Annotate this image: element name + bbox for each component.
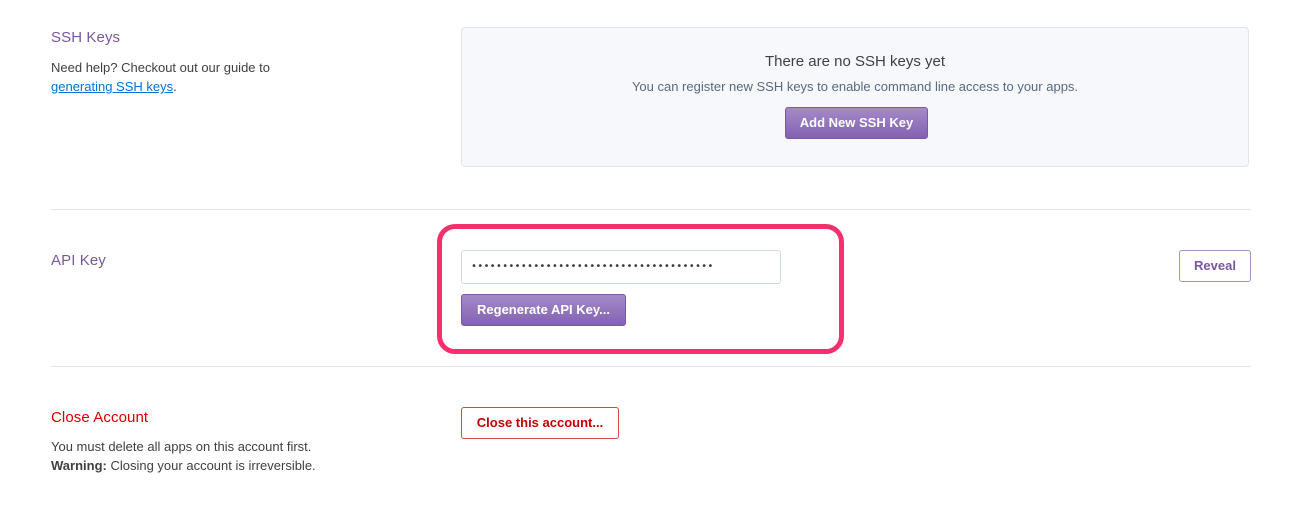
ssh-help-suffix: . xyxy=(173,79,177,94)
close-account-note: You must delete all apps on this account… xyxy=(51,439,312,454)
warning-text: Closing your account is irreversible. xyxy=(110,458,316,473)
add-ssh-key-button[interactable]: Add New SSH Key xyxy=(785,107,928,139)
section-divider xyxy=(51,366,1251,367)
ssh-help-text: Need help? Checkout out our guide to gen… xyxy=(51,58,371,96)
ssh-keys-title: SSH Keys xyxy=(51,29,121,46)
ssh-empty-title: There are no SSH keys yet xyxy=(764,53,946,70)
close-account-help: You must delete all apps on this account… xyxy=(51,437,411,475)
highlight-annotation xyxy=(437,224,844,354)
warning-label: Warning: xyxy=(51,458,107,473)
ssh-empty-state: There are no SSH keys yet You can regist… xyxy=(461,27,1249,167)
generating-ssh-keys-link[interactable]: generating SSH keys xyxy=(51,79,173,94)
close-account-title: Close Account xyxy=(51,409,149,426)
ssh-help-prefix: Need help? Checkout out our guide to xyxy=(51,60,270,75)
api-key-title: API Key xyxy=(51,252,106,269)
reveal-button[interactable]: Reveal xyxy=(1179,250,1251,282)
ssh-empty-subtitle: You can register new SSH keys to enable … xyxy=(631,79,1079,94)
section-divider xyxy=(51,209,1251,210)
close-account-button[interactable]: Close this account... xyxy=(461,407,619,439)
